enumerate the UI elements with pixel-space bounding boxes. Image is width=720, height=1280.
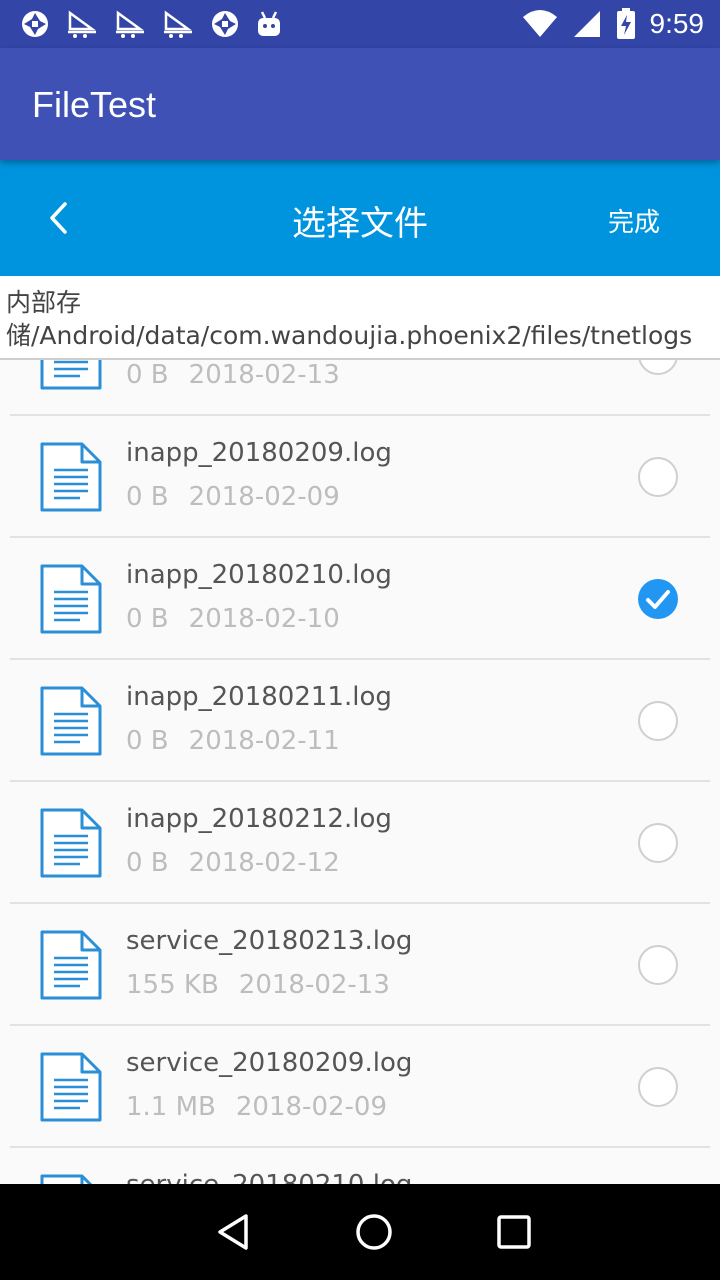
file-size: 0 B bbox=[126, 848, 169, 878]
app-notification-icon bbox=[212, 11, 238, 37]
signal-icon bbox=[573, 11, 600, 37]
document-icon bbox=[40, 808, 102, 878]
file-select-radio-checked[interactable] bbox=[638, 579, 678, 619]
recents-square-icon bbox=[497, 1215, 531, 1249]
done-button[interactable]: 完成 bbox=[608, 202, 660, 239]
app-title: FileTest bbox=[32, 84, 157, 125]
file-row[interactable]: inapp_20180212.log 0 B 2018-02-12 bbox=[10, 782, 710, 904]
file-size: 0 B bbox=[126, 482, 169, 512]
status-bar: 9:59 bbox=[0, 0, 720, 48]
notification-icons bbox=[20, 8, 282, 40]
file-select-radio[interactable] bbox=[638, 823, 678, 863]
file-date: 2018-02-12 bbox=[188, 848, 340, 878]
file-size: 1.1 MB bbox=[126, 1092, 216, 1122]
battery-charging-icon bbox=[616, 8, 635, 39]
file-meta: 0 B 2018-02-13 bbox=[126, 360, 340, 390]
file-select-radio[interactable] bbox=[638, 701, 678, 741]
file-row[interactable]: 0 B 2018-02-13 bbox=[10, 360, 710, 416]
document-icon bbox=[40, 1052, 102, 1122]
file-list[interactable]: 0 B 2018-02-13 inapp_20180209.log 0 B 2018-0… bbox=[0, 360, 720, 1184]
file-size: 0 B bbox=[126, 360, 169, 390]
file-select-radio[interactable] bbox=[638, 945, 678, 985]
file-picker-header: 选择文件 完成 bbox=[0, 160, 720, 276]
file-name: service_20180210.log bbox=[126, 1170, 412, 1184]
file-meta: 0 B 2018-02-12 bbox=[126, 848, 340, 878]
file-size: 0 B bbox=[126, 604, 169, 634]
file-row[interactable]: inapp_20180210.log 0 B 2018-02-10 bbox=[10, 538, 710, 660]
file-size: 155 KB bbox=[126, 970, 219, 1000]
file-row[interactable]: service_20180210.log bbox=[10, 1148, 710, 1184]
file-name: service_20180213.log bbox=[126, 926, 413, 956]
file-date: 2018-02-13 bbox=[188, 360, 340, 390]
file-row[interactable]: service_20180213.log 155 KB 2018-02-13 bbox=[10, 904, 710, 1026]
back-nav-button[interactable] bbox=[210, 1208, 258, 1256]
sailboat-notification-icon bbox=[164, 10, 192, 38]
document-icon bbox=[40, 564, 102, 634]
file-size: 0 B bbox=[126, 726, 169, 756]
clock: 9:59 bbox=[649, 8, 705, 39]
file-meta: 155 KB 2018-02-13 bbox=[126, 970, 390, 1000]
file-name: inapp_20180210.log bbox=[126, 560, 392, 590]
file-meta: 1.1 MB 2018-02-09 bbox=[126, 1092, 387, 1122]
document-icon bbox=[40, 930, 102, 1000]
android-debug-icon bbox=[258, 11, 280, 36]
recents-nav-button[interactable] bbox=[490, 1208, 538, 1256]
file-date: 2018-02-11 bbox=[188, 726, 340, 756]
document-icon bbox=[40, 360, 102, 390]
back-triangle-icon bbox=[218, 1214, 248, 1250]
file-date: 2018-02-13 bbox=[238, 970, 390, 1000]
file-date: 2018-02-10 bbox=[188, 604, 340, 634]
document-icon bbox=[40, 1174, 102, 1184]
file-select-radio[interactable] bbox=[638, 457, 678, 497]
app-bar: FileTest bbox=[0, 48, 720, 160]
file-date: 2018-02-09 bbox=[235, 1092, 387, 1122]
file-row[interactable]: inapp_20180209.log 0 B 2018-02-09 bbox=[10, 416, 710, 538]
sailboat-notification-icon bbox=[116, 10, 144, 38]
home-nav-button[interactable] bbox=[350, 1208, 398, 1256]
document-icon bbox=[40, 442, 102, 512]
file-meta: 0 B 2018-02-09 bbox=[126, 482, 340, 512]
file-name: service_20180209.log bbox=[126, 1048, 413, 1078]
sailboat-notification-icon bbox=[68, 10, 96, 38]
checkmark-icon bbox=[646, 590, 670, 609]
file-date: 2018-02-09 bbox=[188, 482, 340, 512]
file-meta: 0 B 2018-02-10 bbox=[126, 604, 340, 634]
wifi-icon bbox=[522, 10, 557, 37]
file-row[interactable]: service_20180209.log 1.1 MB 2018-02-09 bbox=[10, 1026, 710, 1148]
file-row[interactable]: inapp_20180211.log 0 B 2018-02-11 bbox=[10, 660, 710, 782]
file-select-radio[interactable] bbox=[638, 1067, 678, 1107]
system-status-icons: 9:59 bbox=[522, 0, 705, 48]
home-circle-icon bbox=[356, 1214, 392, 1250]
breadcrumb: 内部存储/Android/data/com.wandoujia.phoenix2… bbox=[0, 276, 720, 360]
file-name: inapp_20180212.log bbox=[126, 804, 392, 834]
file-meta: 0 B 2018-02-11 bbox=[126, 726, 340, 756]
app-notification-icon bbox=[22, 11, 48, 37]
document-icon bbox=[40, 686, 102, 756]
file-name: inapp_20180209.log bbox=[126, 438, 392, 468]
file-select-radio[interactable] bbox=[638, 360, 678, 375]
navigation-bar bbox=[0, 1184, 720, 1280]
file-name: inapp_20180211.log bbox=[126, 682, 392, 712]
